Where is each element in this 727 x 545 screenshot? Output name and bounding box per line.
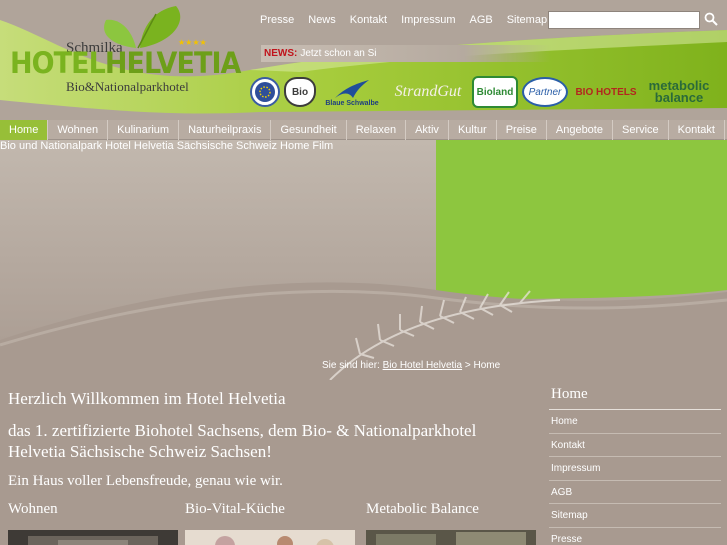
nav-item-gesundheit[interactable]: Gesundheit (271, 120, 347, 140)
eu-organic-logo[interactable] (250, 77, 280, 107)
sidebar-item-agb[interactable]: AGB (549, 481, 721, 504)
nationalpark-partner-logo[interactable]: Partner (522, 77, 568, 107)
biohotels-logo[interactable]: BIO HOTELS (572, 72, 640, 112)
page-title: Herzlich Willkommen im Hotel Helvetia (8, 389, 286, 408)
breadcrumb: Sie sind hier: Bio Hotel Helvetia > Home (322, 360, 500, 371)
intro-text: das 1. zertifizierte Biohotel Sachsens, … (8, 421, 477, 461)
eu-stars-icon (255, 82, 275, 102)
nav-item-home[interactable]: Home (0, 120, 49, 140)
blaue-schwalbe-logo[interactable]: Blaue Schwalbe (320, 72, 384, 112)
bio-seal-text: Bio (291, 86, 309, 98)
bio-seal-logo[interactable]: Bio (284, 77, 316, 107)
nav-item-kontakt[interactable]: Kontakt (669, 120, 725, 140)
sidebar-item-home[interactable]: Home (549, 410, 721, 434)
teaser-image-wohnen[interactable] (8, 530, 178, 545)
bioland-text: Bioland (476, 86, 514, 98)
biohotels-text: BIO HOTELS (575, 86, 637, 98)
hotel-logo[interactable]: Schmilka ★★★★ HOTELHELVETIA Bio&National… (8, 4, 241, 96)
nav-item-aktiv[interactable]: Aktiv (406, 120, 449, 140)
balance-text: balance (654, 90, 704, 105)
news-label: NEWS: (264, 48, 298, 59)
top-nav-sitemap[interactable]: Sitemap (507, 14, 547, 26)
nav-item-preise[interactable]: Preise (497, 120, 547, 140)
breadcrumb-link-home[interactable]: Bio Hotel Helvetia (383, 360, 462, 371)
search-input[interactable] (548, 11, 700, 29)
teaser-title-metabolic-balance[interactable]: Metabolic Balance (366, 501, 479, 518)
logo-main-hotel: HOTEL (10, 46, 106, 80)
metabolic-balance-logo[interactable]: metabolic balance (642, 72, 716, 112)
breadcrumb-separator: > (464, 360, 471, 371)
blaue-schwalbe-text: Blaue Schwalbe (325, 99, 379, 107)
top-nav: Presse News Kontakt Impressum AGB Sitema… (260, 14, 547, 26)
news-ticker[interactable]: NEWS: Jetzt schon an Si (261, 45, 551, 62)
strandgut-logo[interactable]: StrandGut (388, 72, 468, 112)
hero-background (0, 140, 727, 380)
logo-main-helvetia: HELVETIA (104, 46, 242, 80)
main-nav: Home Wohnen Kulinarium Naturheilpraxis G… (0, 120, 727, 140)
swallow-icon (335, 79, 369, 98)
hero-film-alt-text: Bio und Nationalpark Hotel Helvetia Säch… (0, 140, 334, 152)
teaser-image-metabolic[interactable] (366, 530, 536, 545)
search-icon[interactable] (704, 12, 718, 26)
sidebar-item-kontakt[interactable]: Kontakt (549, 434, 721, 457)
top-nav-presse[interactable]: Presse (260, 14, 294, 26)
nav-item-service[interactable]: Service (613, 120, 669, 140)
logo-main-text: HOTELHELVETIA (10, 46, 242, 80)
sidebar-item-sitemap[interactable]: Sitemap (549, 504, 721, 528)
partner-text: Partner (528, 86, 562, 98)
nav-item-naturheilpraxis[interactable]: Naturheilpraxis (179, 120, 272, 140)
nav-item-kultur[interactable]: Kultur (449, 120, 497, 140)
teaser-title-bio-vital-kueche[interactable]: Bio-Vital-Küche (185, 501, 285, 518)
sidebar-item-presse[interactable]: Presse (549, 528, 721, 545)
teaser-title-wohnen[interactable]: Wohnen (8, 501, 58, 518)
breadcrumb-current: Home (473, 360, 501, 371)
nav-item-relaxen[interactable]: Relaxen (347, 120, 407, 140)
bioland-logo[interactable]: Bioland (472, 76, 518, 108)
breadcrumb-prefix: Sie sind hier: (322, 360, 380, 371)
top-nav-news[interactable]: News (308, 14, 336, 26)
top-nav-kontakt[interactable]: Kontakt (350, 14, 387, 26)
news-text: Jetzt schon an Si (300, 48, 377, 59)
strandgut-text: StrandGut (394, 83, 462, 100)
nav-item-kulinarium[interactable]: Kulinarium (108, 120, 180, 140)
sidebar-item-impressum[interactable]: Impressum (549, 457, 721, 481)
teaser-image-kueche[interactable] (185, 530, 355, 545)
partner-logos: Bio Blaue Schwalbe StrandGut Bioland Par… (250, 72, 720, 114)
header: Schmilka ★★★★ HOTELHELVETIA Bio&National… (0, 0, 727, 120)
logo-subtitle: Bio&Nationalparkhotel (66, 79, 189, 94)
sidebar-title: Home (549, 386, 721, 410)
sidebar: Home Home Kontakt Impressum AGB Sitemap … (549, 386, 721, 545)
nav-item-angebote[interactable]: Angebote (547, 120, 613, 140)
top-nav-agb[interactable]: AGB (469, 14, 492, 26)
nav-item-wohnen[interactable]: Wohnen (48, 120, 109, 140)
slogan-text: Ein Haus voller Lebensfreude, genau wie … (8, 473, 283, 489)
top-nav-impressum[interactable]: Impressum (401, 14, 455, 26)
